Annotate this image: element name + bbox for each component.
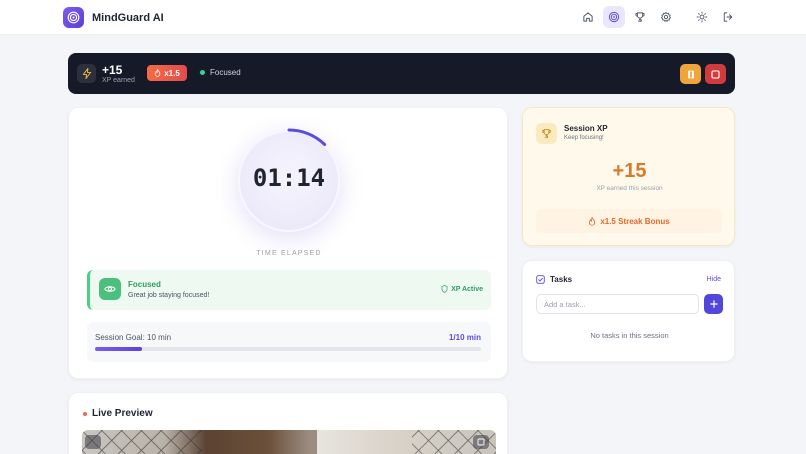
session-goal-box: Session Goal: 10 min 1/10 min [87, 322, 491, 362]
brand[interactable]: MindGuard AI [63, 7, 164, 28]
xp-active-badge: XP Active [441, 285, 483, 293]
session-goal-label: Session Goal: 10 min [95, 333, 172, 342]
empty-tasks-message: No tasks in this session [590, 331, 669, 340]
timer-ring: 01:14 [234, 126, 344, 236]
status-dot [200, 70, 205, 75]
goal-progress-bar [95, 347, 481, 351]
nav-home-button[interactable] [577, 6, 599, 28]
tasks-title: Tasks [550, 275, 573, 284]
flame-icon [589, 216, 596, 226]
multiplier-badge: x1.5 [147, 65, 187, 81]
home-icon [583, 12, 593, 22]
focus-status: Focused [200, 68, 241, 77]
nav-focus-button[interactable] [603, 6, 625, 28]
camera-control-left[interactable] [85, 435, 101, 449]
goal-progress-fill [95, 347, 143, 351]
time-elapsed-label: TIME ELAPSED [256, 250, 322, 257]
session-banner: +15 XP earned x1.5 Focused [68, 53, 735, 94]
banner-xp-value: +15 [102, 63, 123, 77]
app-name: MindGuard AI [92, 11, 164, 24]
plus-icon [709, 300, 718, 308]
theme-toggle-button[interactable] [691, 6, 713, 28]
stop-icon [711, 69, 720, 79]
camera-feed [82, 430, 496, 454]
live-preview-card: Live Preview [68, 392, 508, 454]
trophy-icon [536, 123, 557, 144]
checkbox-icon [536, 275, 545, 284]
gear-icon [661, 11, 671, 22]
pause-button[interactable] [680, 64, 701, 84]
shield-icon [441, 285, 448, 293]
session-xp-note: XP earned this session [596, 185, 663, 192]
eye-icon [99, 278, 121, 300]
streak-bonus: x1.5 Streak Bonus [536, 209, 722, 233]
sun-icon [696, 11, 708, 23]
tasks-card: Tasks Hide No tasks in this session [522, 260, 735, 362]
camera-frame-image [82, 430, 496, 454]
session-goal-value: 1/10 min [448, 333, 481, 342]
multiplier-label: x1.5 [164, 68, 180, 78]
live-preview-title: Live Preview [92, 408, 153, 419]
session-xp-value: +15 [612, 160, 647, 182]
top-bar: MindGuard AI [0, 0, 806, 35]
camera-icon [477, 438, 485, 446]
live-preview-header: Live Preview [83, 408, 153, 419]
tasks-header: Tasks [536, 275, 572, 284]
session-xp-subtitle: Keep focusing! [564, 135, 604, 141]
logout-icon [723, 12, 733, 22]
recording-dot [83, 411, 87, 416]
banner-xp-label: XP earned [102, 77, 135, 84]
add-task-input[interactable] [536, 294, 699, 314]
focus-state-message: Great job staying focused! [128, 292, 210, 299]
status-label: Focused [210, 68, 241, 77]
timer-card: 01:14 TIME ELAPSED Focused Great job sta… [68, 107, 508, 379]
timer-display: 01:14 [252, 164, 326, 192]
xp-active-label: XP Active [451, 285, 483, 293]
session-xp-card: Session XP Keep focusing! +15 XP earned … [522, 107, 735, 246]
stop-button[interactable] [705, 64, 726, 84]
bolt-icon [77, 64, 96, 83]
focus-state-box: Focused Great job staying focused! XP Ac… [87, 270, 491, 310]
trophy-icon [635, 12, 645, 22]
pause-icon [687, 70, 694, 78]
target-icon [608, 11, 620, 23]
streak-bonus-label: x1.5 Streak Bonus [600, 216, 670, 226]
hide-tasks-link[interactable]: Hide [707, 276, 721, 283]
nav-settings-button[interactable] [655, 6, 677, 28]
add-task-button[interactable] [704, 294, 723, 314]
logout-button[interactable] [717, 6, 739, 28]
focus-state-title: Focused [128, 280, 161, 289]
nav-trophy-button[interactable] [629, 6, 651, 28]
flame-icon [154, 69, 161, 77]
target-logo-icon [63, 7, 84, 28]
camera-toggle-button[interactable] [473, 435, 489, 449]
session-xp-title: Session XP [564, 124, 608, 133]
